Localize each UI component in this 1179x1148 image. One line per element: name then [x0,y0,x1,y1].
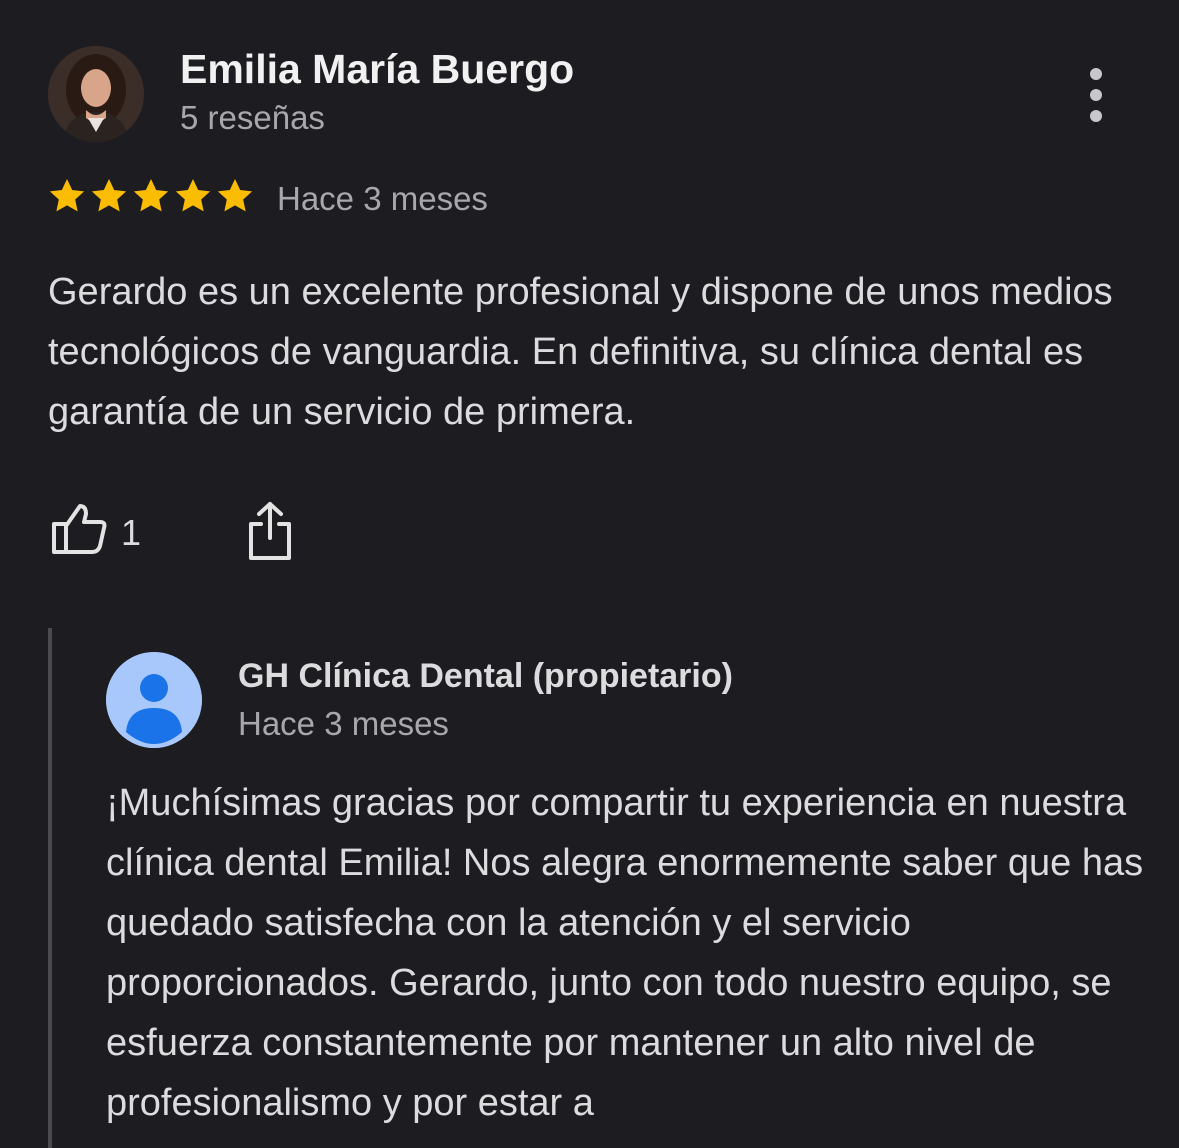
author-review-count: 5 reseñas [180,99,325,136]
review-date: Hace 3 meses [277,180,488,217]
owner-avatar[interactable] [106,652,202,748]
star-icon [133,179,169,212]
author-avatar[interactable] [48,46,144,142]
review-text: Gerardo es un excelente profesional y di… [48,271,1113,433]
star-icon [217,179,253,212]
star-icon [49,179,85,212]
star-icon [175,179,211,212]
more-options-button[interactable] [1080,68,1112,122]
more-vert-icon [1090,68,1102,80]
owner-reply: GH Clínica Dental (propietario) Hace 3 m… [48,628,1179,1148]
owner-name: GH Clínica Dental (propietario) [238,657,733,695]
owner-reply-date: Hace 3 meses [238,705,449,742]
share-button[interactable] [245,500,295,562]
star-rating [47,176,255,216]
owner-reply-text: ¡Muchísimas gracias por compartir tu exp… [106,782,1144,1124]
thumb-up-icon [52,504,107,554]
author-name[interactable]: Emilia María Buergo [180,46,574,93]
star-icon [91,179,127,212]
share-icon [249,502,291,560]
person-icon [106,652,202,748]
like-button[interactable] [50,500,110,560]
like-count: 1 [121,512,142,553]
